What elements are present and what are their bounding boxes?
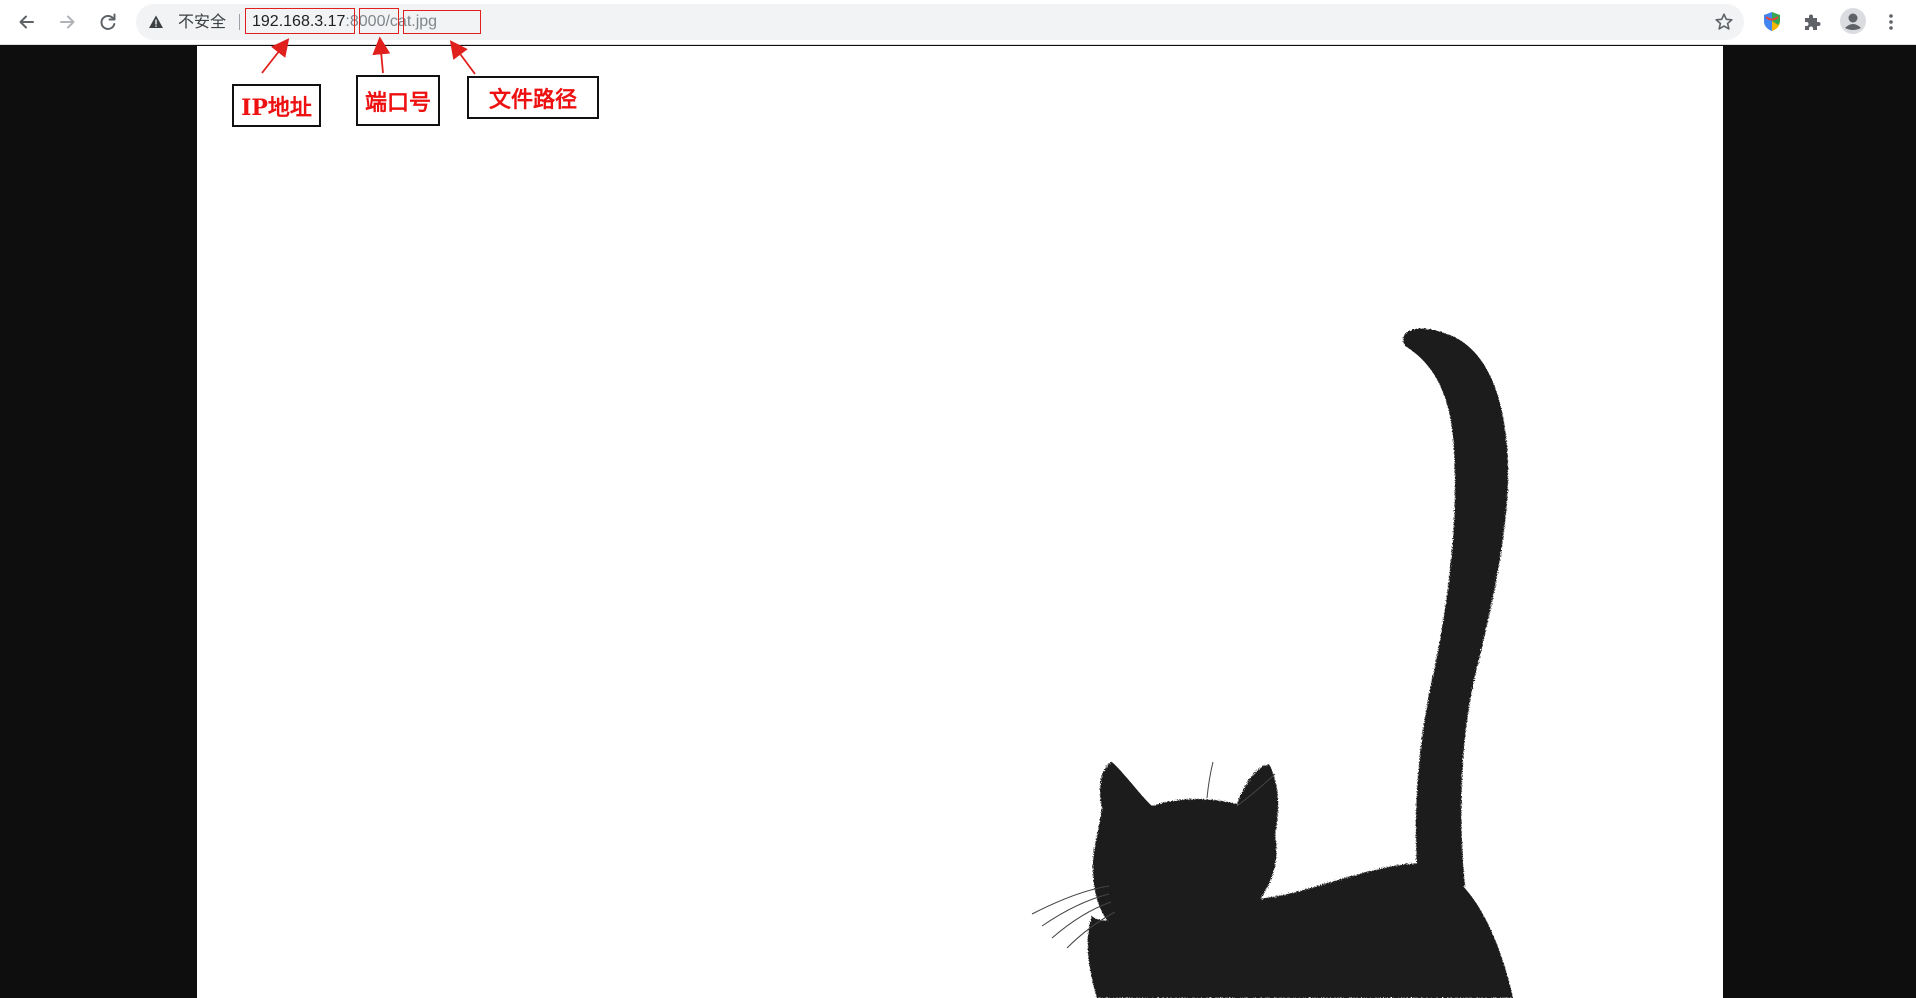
three-dots-menu-icon bbox=[1889, 14, 1893, 30]
cat-image bbox=[1031, 328, 1513, 998]
ip-address-label: IP地址 bbox=[232, 84, 321, 127]
forward-button[interactable] bbox=[51, 6, 83, 38]
profile-button[interactable] bbox=[1838, 6, 1868, 36]
back-arrow-icon bbox=[19, 15, 34, 29]
back-button[interactable] bbox=[11, 6, 43, 38]
url-port: 8000 bbox=[349, 13, 386, 30]
security-status-text[interactable]: 不安全 bbox=[178, 4, 226, 40]
divider bbox=[239, 14, 240, 30]
forward-arrow-icon bbox=[60, 15, 75, 29]
address-bar[interactable]: 不安全 192.168.3.17:8000/cat.jpg bbox=[136, 4, 1744, 40]
user-avatar-icon bbox=[1840, 8, 1866, 34]
extension-app-button[interactable] bbox=[1758, 8, 1786, 36]
warning-triangle-icon[interactable] bbox=[148, 14, 164, 30]
url-host: 192.168.3.17 bbox=[252, 13, 346, 30]
image-viewport bbox=[197, 46, 1723, 998]
reload-button[interactable] bbox=[92, 6, 124, 38]
file-path-label: 文件路径 bbox=[467, 76, 599, 119]
extensions-button[interactable] bbox=[1798, 8, 1826, 36]
url-path: cat.jpg bbox=[389, 13, 438, 30]
colorful-shield-icon bbox=[1764, 12, 1780, 31]
port-number-label: 端口号 bbox=[356, 75, 440, 126]
star-icon[interactable] bbox=[1714, 12, 1734, 32]
browser-toolbar: 不安全 192.168.3.17:8000/cat.jpg bbox=[0, 0, 1916, 45]
url-text[interactable]: 192.168.3.17:8000/cat.jpg bbox=[252, 4, 437, 40]
puzzle-piece-icon bbox=[1805, 14, 1821, 30]
menu-button[interactable] bbox=[1877, 8, 1905, 36]
reload-icon bbox=[100, 13, 116, 30]
